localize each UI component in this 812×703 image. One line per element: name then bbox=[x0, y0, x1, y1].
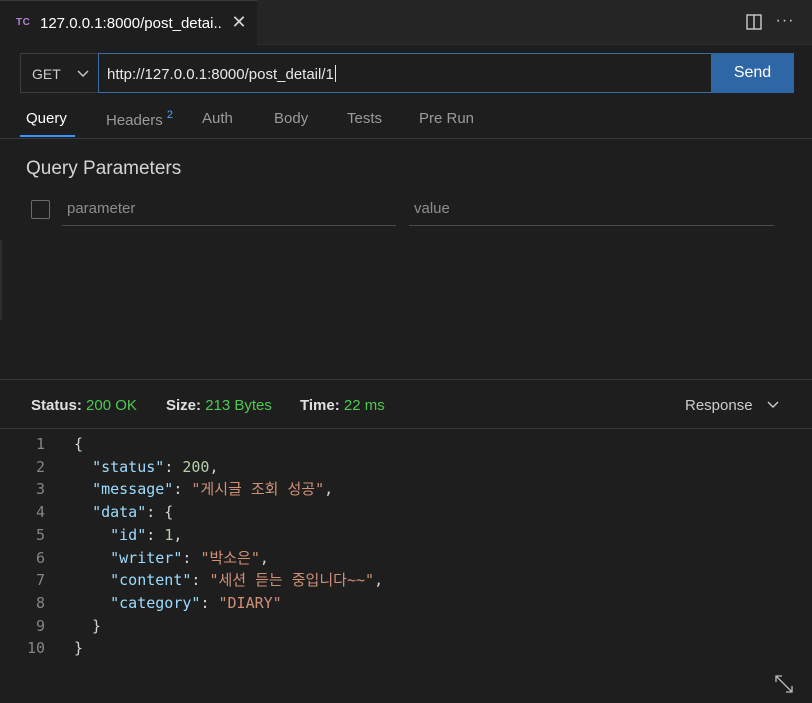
close-icon[interactable]: ✕ bbox=[229, 11, 249, 33]
code-line: 8 "category": "DIARY" bbox=[0, 592, 812, 615]
line-number: 8 bbox=[35, 593, 45, 612]
method-label: GET bbox=[32, 66, 61, 82]
status-value: 200 OK bbox=[86, 397, 137, 414]
size-key: Size: bbox=[166, 397, 202, 414]
tab-pre-run[interactable]: Pre Run bbox=[419, 110, 474, 127]
tab-auth[interactable]: Auth bbox=[202, 110, 233, 127]
response-status-bar: Status: 200 OK Size: 213 Bytes Time: 22 … bbox=[0, 379, 812, 429]
parameter-input[interactable]: parameter bbox=[62, 195, 396, 226]
tab-tests[interactable]: Tests bbox=[347, 110, 382, 127]
size-stat: Size: 213 Bytes bbox=[166, 397, 272, 414]
code-line: 5 "id": 1, bbox=[0, 524, 812, 547]
line-number: 3 bbox=[35, 480, 45, 499]
tab-label: Tests bbox=[347, 110, 383, 127]
send-button[interactable]: Send bbox=[711, 53, 794, 93]
value-placeholder: value bbox=[414, 200, 450, 217]
tab-title: 127.0.0.1:8000/post_detai.. bbox=[40, 15, 222, 32]
line-number: 2 bbox=[35, 457, 45, 476]
tab-query[interactable]: Query bbox=[26, 110, 67, 127]
time-stat: Time: 22 ms bbox=[300, 397, 385, 414]
time-key: Time: bbox=[300, 397, 340, 414]
code-text: } bbox=[74, 639, 84, 658]
more-actions-icon[interactable]: ··· bbox=[774, 12, 796, 32]
tab-label: Query bbox=[26, 110, 67, 127]
tab-label: Body bbox=[274, 110, 309, 127]
line-number: 6 bbox=[35, 548, 45, 567]
line-number: 4 bbox=[35, 503, 45, 522]
method-select[interactable]: GET bbox=[20, 53, 99, 93]
code-line: 2 "status": 200, bbox=[0, 456, 812, 479]
tab-headers[interactable]: Headers 2 bbox=[106, 109, 173, 129]
time-value: 22 ms bbox=[343, 397, 385, 414]
request-tabs: Query Headers 2 Auth Body Tests Pre Run bbox=[0, 100, 812, 139]
response-body[interactable]: 1{2 "status": 200, 3 "message": "게시글 조회 성… bbox=[0, 429, 812, 703]
pane-edge bbox=[0, 240, 2, 320]
code-text: "id": 1, bbox=[110, 525, 183, 544]
status-stat: Status: 200 OK bbox=[31, 397, 137, 414]
headers-count-badge: 2 bbox=[166, 109, 173, 121]
url-text: http://127.0.0.1:8000/post_detail/1 bbox=[107, 66, 334, 83]
text-caret bbox=[334, 65, 336, 82]
code-line: 3 "message": "게시글 조회 성공", bbox=[0, 478, 812, 501]
active-tab-indicator bbox=[20, 135, 75, 137]
line-number: 9 bbox=[35, 616, 45, 635]
tab-label: Pre Run bbox=[419, 110, 475, 127]
line-number: 10 bbox=[26, 639, 45, 658]
chevron-down-icon bbox=[77, 70, 89, 77]
query-parameters-title: Query Parameters bbox=[26, 158, 182, 179]
response-view-select[interactable]: Response bbox=[685, 397, 753, 414]
split-editor-icon[interactable] bbox=[744, 12, 764, 32]
status-key: Status: bbox=[31, 397, 82, 414]
code-line: 7 "content": "세션 듣는 중입니다~~", bbox=[0, 569, 812, 592]
thunder-client-badge: TC bbox=[16, 17, 31, 28]
url-input[interactable]: http://127.0.0.1:8000/post_detail/1 bbox=[98, 53, 712, 93]
line-number: 5 bbox=[35, 525, 45, 544]
code-text: "status": 200, bbox=[92, 457, 219, 476]
tab-body[interactable]: Body bbox=[274, 110, 308, 127]
code-text: "message": "게시글 조회 성공", bbox=[92, 480, 334, 499]
param-enable-checkbox[interactable] bbox=[31, 200, 50, 219]
code-line: 4 "data": { bbox=[0, 501, 812, 524]
value-input[interactable]: value bbox=[409, 195, 774, 226]
code-text: "data": { bbox=[92, 503, 174, 522]
code-line: 6 "writer": "박소은", bbox=[0, 547, 812, 570]
code-text: "content": "세션 듣는 중입니다~~", bbox=[110, 571, 384, 590]
code-text: } bbox=[74, 616, 102, 635]
code-text: "category": "DIARY" bbox=[110, 593, 282, 612]
editor-tab-bar: TC 127.0.0.1:8000/post_detai.. ✕ ··· bbox=[0, 0, 812, 45]
code-text: { bbox=[74, 435, 84, 453]
code-line: 1{ bbox=[0, 433, 812, 456]
size-value: 213 Bytes bbox=[205, 397, 272, 414]
editor-tab[interactable]: TC 127.0.0.1:8000/post_detai.. ✕ bbox=[0, 0, 257, 45]
code-line: 10} bbox=[0, 637, 812, 660]
line-number: 7 bbox=[35, 571, 45, 590]
tab-label: Auth bbox=[202, 110, 233, 127]
tab-label: Headers bbox=[106, 112, 163, 129]
code-text: "writer": "박소은", bbox=[110, 548, 269, 567]
parameter-placeholder: parameter bbox=[67, 200, 136, 217]
line-number: 1 bbox=[35, 435, 45, 453]
chevron-down-icon[interactable] bbox=[766, 398, 780, 412]
expand-icon[interactable] bbox=[772, 672, 796, 696]
code-line: 9 } bbox=[0, 615, 812, 638]
